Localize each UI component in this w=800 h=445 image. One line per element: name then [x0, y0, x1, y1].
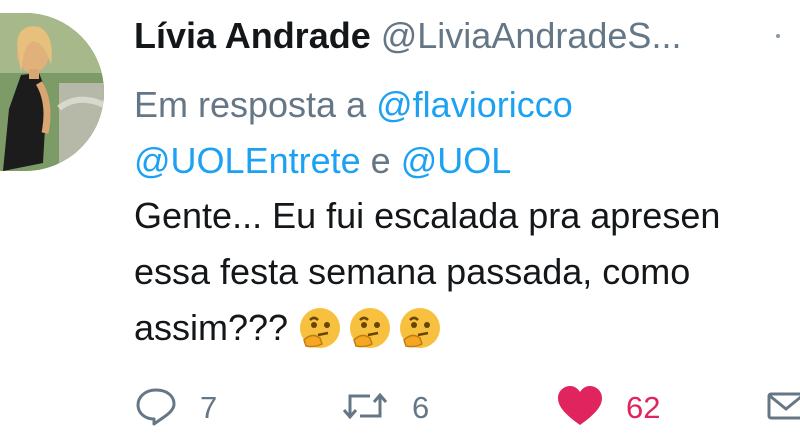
tweet-line: essa festa semana passada, como — [134, 251, 691, 292]
thinking-face-icon — [348, 306, 392, 366]
mention-link[interactable]: @UOLEntrete — [134, 140, 361, 181]
reply-context: Em resposta a @flavioricco @UOLEntrete e… — [134, 77, 573, 189]
author-name[interactable]: Lívia Andrade — [134, 15, 371, 56]
thinking-face-icon — [398, 306, 442, 366]
heart-icon — [556, 385, 604, 432]
reply-prefix: Em resposta a — [134, 84, 367, 125]
tweet-line: Gente... Eu fui escalada pra apresen — [134, 195, 721, 236]
avatar[interactable] — [0, 13, 104, 171]
reply-count: 7 — [200, 390, 218, 425]
like-button[interactable]: 62 — [556, 378, 660, 438]
tweet-line: assim??? — [134, 307, 289, 348]
mention-link[interactable]: @flavioricco — [376, 84, 573, 125]
reply-button[interactable]: 7 — [134, 378, 217, 438]
chevron-down-icon[interactable] — [768, 22, 788, 52]
tweet-actions: 7 6 62 — [0, 378, 800, 438]
mention-link[interactable]: @UOL — [401, 140, 512, 181]
retweet-icon — [340, 386, 390, 431]
share-button[interactable] — [766, 378, 800, 438]
tweet-header: Lívia Andrade @LiviaAndradeS... — [134, 14, 681, 58]
retweet-count: 6 — [412, 390, 430, 425]
like-count: 62 — [626, 390, 661, 425]
mail-icon — [766, 389, 800, 428]
author-handle[interactable]: @LiviaAndradeS... — [381, 15, 682, 56]
reply-conjunction: e — [370, 140, 391, 181]
tweet-text: Gente... Eu fui escalada pra apresen ess… — [134, 188, 720, 366]
thinking-face-icon — [298, 306, 342, 366]
retweet-button[interactable]: 6 — [340, 378, 429, 438]
reply-icon — [134, 386, 178, 431]
